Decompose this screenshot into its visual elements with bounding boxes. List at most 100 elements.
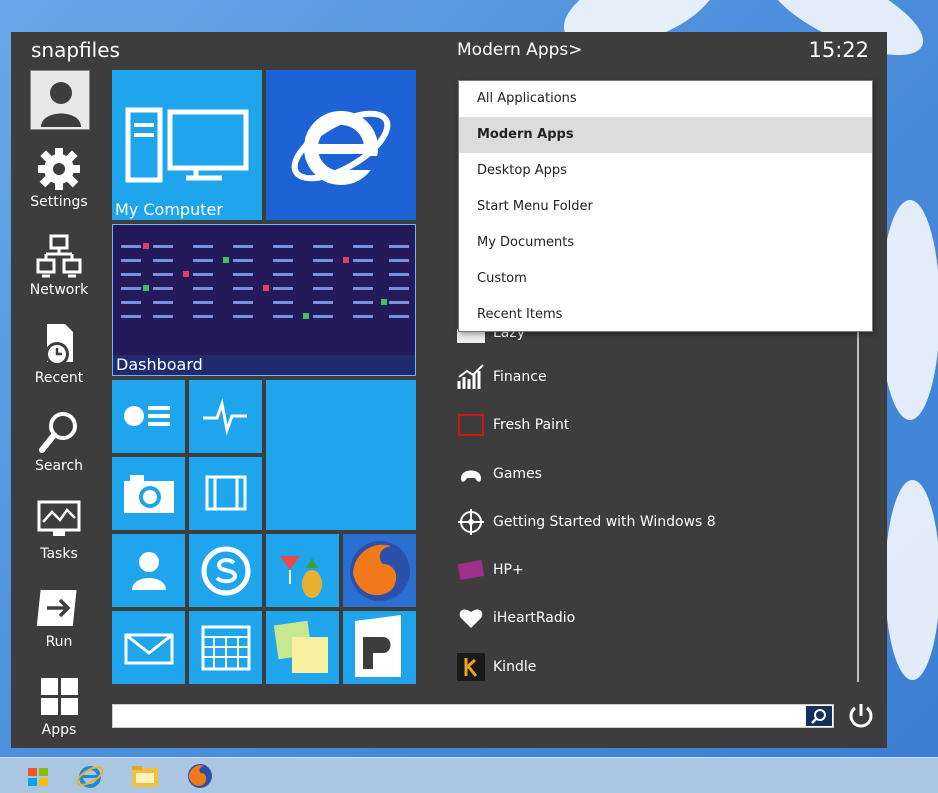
power-icon bbox=[849, 704, 873, 728]
apps-icon bbox=[41, 678, 78, 715]
user-name: snapfiles bbox=[31, 38, 120, 62]
list-item[interactable]: Kindle bbox=[457, 650, 857, 684]
tile-camera[interactable] bbox=[112, 457, 185, 530]
search-input[interactable] bbox=[112, 704, 834, 728]
camera-icon bbox=[124, 475, 174, 513]
taskbar bbox=[0, 757, 938, 793]
calendar-icon bbox=[201, 625, 251, 671]
wallpaper-petal bbox=[885, 480, 938, 680]
tile-people-hub[interactable] bbox=[112, 380, 185, 453]
list-item-label: Getting Started with Windows 8 bbox=[493, 514, 716, 530]
list-item-label: iHeartRadio bbox=[493, 610, 576, 626]
list-item[interactable]: Games bbox=[457, 457, 857, 491]
rail-recent[interactable]: Recent bbox=[23, 322, 95, 386]
gear-icon bbox=[38, 148, 80, 190]
list-item-label: Kindle bbox=[493, 659, 537, 675]
finance-icon bbox=[457, 363, 485, 391]
sticky-notes-icon bbox=[273, 620, 328, 673]
rail-label: Network bbox=[29, 282, 89, 298]
wallpaper-petal bbox=[880, 200, 938, 420]
tile-dashboard[interactable]: Dashboard bbox=[112, 224, 416, 376]
tile-people[interactable] bbox=[112, 534, 185, 607]
user-silhouette-icon bbox=[41, 82, 81, 127]
skype-icon bbox=[201, 546, 251, 596]
recent-icon bbox=[45, 324, 73, 366]
tile-firefox[interactable] bbox=[343, 534, 416, 607]
tile-calendar[interactable] bbox=[189, 611, 262, 684]
tropical-drink-icon bbox=[280, 556, 322, 598]
mail-icon bbox=[124, 633, 174, 665]
tasks-icon bbox=[37, 500, 81, 536]
windows-logo-icon bbox=[28, 768, 48, 786]
list-item[interactable]: HP+ bbox=[457, 553, 857, 587]
computer-icon bbox=[125, 107, 249, 183]
taskbar-firefox[interactable] bbox=[184, 761, 216, 791]
rail-tasks[interactable]: Tasks bbox=[23, 498, 95, 562]
folder-icon bbox=[132, 766, 158, 787]
scrollbar[interactable] bbox=[857, 332, 859, 682]
dropdown-item-modern-apps[interactable]: Modern Apps bbox=[459, 117, 872, 153]
search-button[interactable] bbox=[806, 706, 832, 726]
taskbar-file-explorer[interactable] bbox=[129, 761, 161, 791]
power-button[interactable] bbox=[847, 702, 875, 730]
dropdown-item-desktop-apps[interactable]: Desktop Apps bbox=[459, 153, 872, 189]
compass-icon bbox=[457, 508, 485, 536]
view-breadcrumb[interactable]: Modern Apps> bbox=[457, 40, 583, 60]
rail-label: Search bbox=[34, 458, 84, 474]
tile-video[interactable] bbox=[189, 457, 262, 530]
tile-health[interactable] bbox=[189, 380, 262, 453]
list-item-label: Games bbox=[493, 466, 542, 482]
taskbar-internet-explorer[interactable] bbox=[74, 761, 106, 791]
clock: 15:22 bbox=[808, 38, 869, 62]
rail-label: Apps bbox=[41, 722, 77, 738]
tile-internet-explorer[interactable] bbox=[266, 70, 416, 220]
rail-run[interactable]: Run bbox=[23, 586, 95, 650]
kindle-icon bbox=[457, 653, 485, 681]
tile-reader[interactable] bbox=[343, 611, 416, 684]
internet-explorer-icon bbox=[291, 110, 391, 185]
firefox-icon bbox=[350, 541, 410, 601]
tile-empty[interactable] bbox=[266, 380, 416, 530]
search-icon bbox=[39, 412, 77, 453]
iheartradio-icon bbox=[457, 604, 485, 632]
dropdown-item-start-menu-folder[interactable]: Start Menu Folder bbox=[459, 189, 872, 225]
dashboard-preview-icon bbox=[113, 225, 415, 355]
dropdown-item-recent-items[interactable]: Recent Items bbox=[459, 297, 872, 333]
search-icon bbox=[811, 709, 826, 724]
view-dropdown[interactable]: All Applications Modern Apps Desktop App… bbox=[458, 80, 873, 332]
avatar[interactable] bbox=[30, 70, 90, 130]
rail-network[interactable]: Network bbox=[23, 234, 95, 298]
tile-travel[interactable] bbox=[266, 534, 339, 607]
list-chart-icon bbox=[124, 406, 170, 426]
dropdown-item-custom[interactable]: Custom bbox=[459, 261, 872, 297]
list-item[interactable]: Getting Started with Windows 8 bbox=[457, 505, 857, 539]
tile-mail[interactable] bbox=[112, 611, 185, 684]
tile-sticky-notes[interactable] bbox=[266, 611, 339, 684]
rail-settings[interactable]: Settings bbox=[23, 146, 95, 210]
film-icon bbox=[205, 475, 247, 511]
start-menu-panel: snapfiles Modern Apps> 15:22 Settings Ne… bbox=[11, 32, 887, 748]
games-icon bbox=[457, 460, 485, 488]
tile-skype[interactable] bbox=[189, 534, 262, 607]
run-icon bbox=[36, 590, 77, 626]
rail-label: Run bbox=[45, 634, 73, 650]
network-icon bbox=[36, 234, 82, 278]
list-item-label: Finance bbox=[493, 369, 547, 385]
dropdown-item-all-applications[interactable]: All Applications bbox=[459, 81, 872, 117]
tile-label: Dashboard bbox=[116, 355, 203, 374]
reader-icon bbox=[355, 615, 401, 677]
start-button[interactable] bbox=[22, 761, 54, 791]
dropdown-item-my-documents[interactable]: My Documents bbox=[459, 225, 872, 261]
tile-label: My Computer bbox=[115, 200, 223, 219]
list-item[interactable]: iHeartRadio bbox=[457, 601, 857, 635]
list-item-label: Fresh Paint bbox=[493, 417, 570, 433]
tile-my-computer[interactable]: My Computer bbox=[112, 70, 262, 220]
list-item[interactable]: Fresh Paint bbox=[457, 408, 857, 442]
list-item[interactable]: Finance bbox=[457, 360, 857, 394]
rail-apps[interactable]: Apps bbox=[23, 674, 95, 738]
rail-search[interactable]: Search bbox=[23, 410, 95, 474]
fresh-paint-icon bbox=[457, 411, 485, 439]
internet-explorer-icon bbox=[76, 766, 104, 788]
list-item-label: HP+ bbox=[493, 562, 524, 578]
hp-icon bbox=[457, 556, 485, 584]
